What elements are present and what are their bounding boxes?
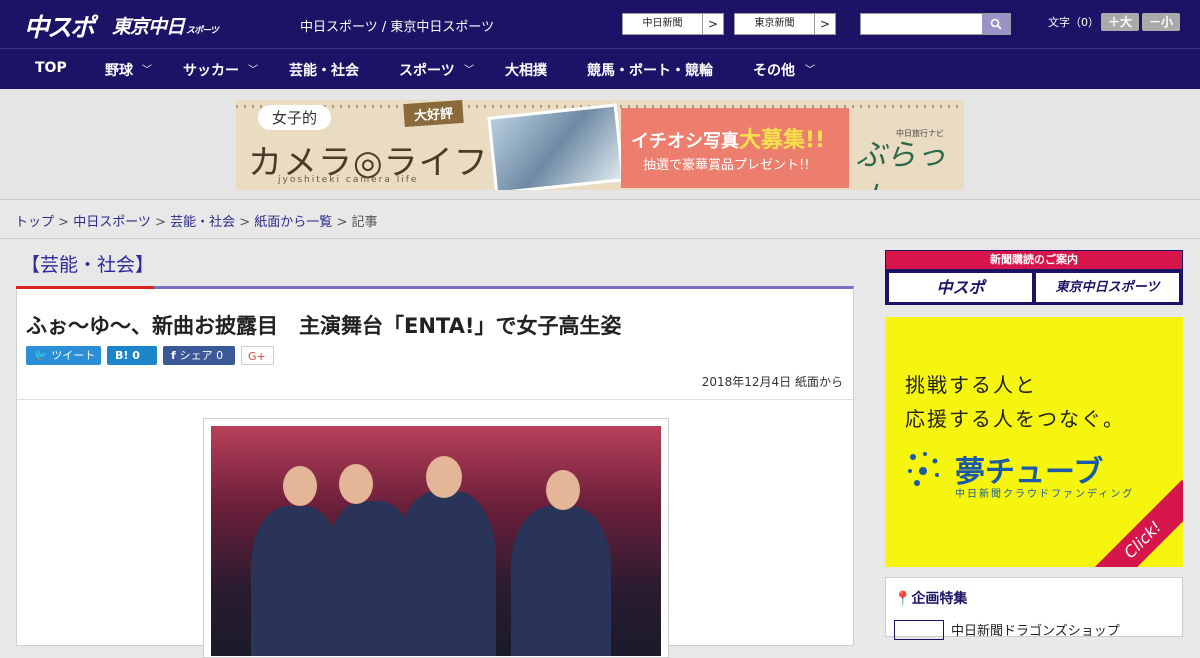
banner-cta-b: 大募集!! [739,128,826,153]
article-title: ふぉ～ゆ～、新曲お披露目 主演舞台「ENTA!」で女子高生姿 [26,314,622,338]
nav-top[interactable]: TOP [35,60,67,76]
performer-face [283,466,317,506]
breadcrumb: トップ > 中日スポーツ > 芸能・社会 > 紙面から一覧 > 記事 [15,211,378,230]
tweet-label: ツイート [51,349,96,362]
chevron-down-icon[interactable]: ﹀ [805,61,815,76]
breadcrumb-sep: > [332,215,352,230]
breadcrumb-sep: > [54,215,74,230]
banner-brand: ぶらっ人 [856,138,946,190]
shop-thumbnail[interactable] [894,620,944,640]
tokyo-logo-text: 東京中日 [112,16,185,38]
yume-line2: 応援する人をつなぐ。 [905,407,1125,431]
breadcrumb-top[interactable]: トップ [15,215,54,230]
facebook-share-button[interactable]: f シェア 0 [163,346,235,365]
search-input[interactable] [860,13,1011,35]
gplus-button[interactable]: G+ [241,346,274,365]
subscribe-chuspo-button[interactable]: 中スポ [889,273,1032,302]
subscribe-tokyo-button[interactable]: 東京中日スポーツ [1036,273,1179,302]
chevron-right-icon: > [707,17,719,31]
banner-cta-a: イチオシ写真 [631,131,739,152]
breadcrumb-current: 記事 [351,215,378,230]
banner-tag: 大好評 [403,100,464,128]
nav-keiba[interactable]: 競馬・ボート・競輪 [587,60,713,80]
hatena-button[interactable]: B! 0 [107,346,157,365]
banner-subtitle: jyoshiteki camera life [278,175,419,185]
yume-tube-ad[interactable]: 挑戦する人と 応援する人をつなぐ。 夢チューブ 中日新聞クラウドファンディング … [885,317,1183,567]
banner-cta-line1: イチオシ写真大募集!! [631,122,825,154]
chevron-down-icon[interactable]: ﹀ [464,61,474,76]
article-photo[interactable] [203,418,669,658]
tokyo-shimbun-label: 東京新聞 [735,14,815,34]
font-size-label: 文字（0） [1048,16,1099,29]
divider [0,238,1200,239]
font-larger-button[interactable]: ＋大 [1101,13,1139,31]
stage-photo [211,426,661,656]
site-name: 中日スポーツ / 東京中日スポーツ [300,20,495,35]
yume-line1: 挑戦する人と [905,373,1037,397]
banner-cta-line2: 抽選で豪華賞品プレゼント!! [643,158,810,173]
main-nav: TOP 野球 ﹀ サッカー ﹀ 芸能・社会 スポーツ ﹀ 大相撲 競馬・ボート・… [0,48,1200,89]
feature-heading-label: 企画特集 [911,591,968,607]
twitter-icon: 🐦 [34,349,52,362]
chunichi-shimbun-button[interactable]: 中日新聞 > [622,13,724,35]
ad-area: 女子的 大好評 カメラ◎ライフ jyoshiteki camera life イ… [0,89,1200,200]
performer-face [339,464,373,504]
nav-sumo[interactable]: 大相撲 [505,60,547,80]
chuspo-logo[interactable]: 中スポ [24,8,95,44]
yume-subtitle: 中日新聞クラウドファンディング [955,489,1135,500]
top-header: 中スポ 東京中日 スポーツ 中日スポーツ / 東京中日スポーツ 中日新聞 > 東京新… [0,0,1200,48]
tokyo-chunichi-logo[interactable]: 東京中日 スポーツ [112,12,219,39]
chevron-right-icon: > [819,17,831,31]
breadcrumb-chuspo[interactable]: 中日スポーツ [73,215,151,230]
nav-other[interactable]: その他 [753,60,795,80]
feature-box: 📍企画特集 中日新聞ドラゴンズショップ [885,577,1183,640]
performer-face [426,456,462,498]
performer-face [546,470,580,510]
category-heading: 【芸能・社会】 [21,254,155,276]
tokyo-logo-small: スポーツ [186,26,219,36]
chunichi-shimbun-label: 中日新聞 [623,14,703,34]
banner-photos [487,103,625,190]
article-date: 2018年12月4日 紙面から [701,375,843,389]
pin-icon: 📍 [894,591,912,607]
breadcrumb-list[interactable]: 紙面から一覧 [254,215,332,230]
breadcrumb-entertainment[interactable]: 芸能・社会 [170,215,235,230]
camera-life-banner[interactable]: 女子的 大好評 カメラ◎ライフ jyoshiteki camera life イ… [236,100,964,190]
search-button[interactable] [982,14,1010,34]
yume-dots-icon [908,452,939,486]
search-icon [990,18,1002,30]
performer [511,506,611,656]
subscription-heading: 新聞購読のご案内 [886,251,1182,269]
banner-cta: イチオシ写真大募集!! 抽選で豪華賞品プレゼント!! [621,108,849,188]
article-divider [17,399,853,400]
facebook-icon: f [171,349,180,362]
feature-heading: 📍企画特集 [894,588,967,608]
breadcrumb-sep: > [150,215,171,230]
category-underline [16,286,154,289]
tweet-button[interactable]: 🐦 ツイート [26,346,101,365]
nav-baseball[interactable]: 野球 [105,60,133,80]
nav-soccer[interactable]: サッカー [183,60,239,80]
tokyo-shimbun-button[interactable]: 東京新聞 > [734,13,836,35]
breadcrumb-sep: > [235,215,255,230]
article: ふぉ～ゆ～、新曲お披露目 主演舞台「ENTA!」で女子高生姿 🐦 ツイート B!… [16,286,854,658]
share-label: シェア 0 [179,349,224,362]
nav-entertainment[interactable]: 芸能・社会 [289,60,359,80]
font-smaller-button[interactable]: －小 [1142,13,1180,31]
banner-bubble: 女子的 [258,105,332,130]
subscription-box[interactable]: 新聞購読のご案内 中スポ 東京中日スポーツ [885,250,1183,305]
nav-sports[interactable]: スポーツ [399,60,455,80]
chevron-down-icon[interactable]: ﹀ [142,61,152,76]
chevron-down-icon[interactable]: ﹀ [248,61,258,76]
performer [396,491,496,656]
